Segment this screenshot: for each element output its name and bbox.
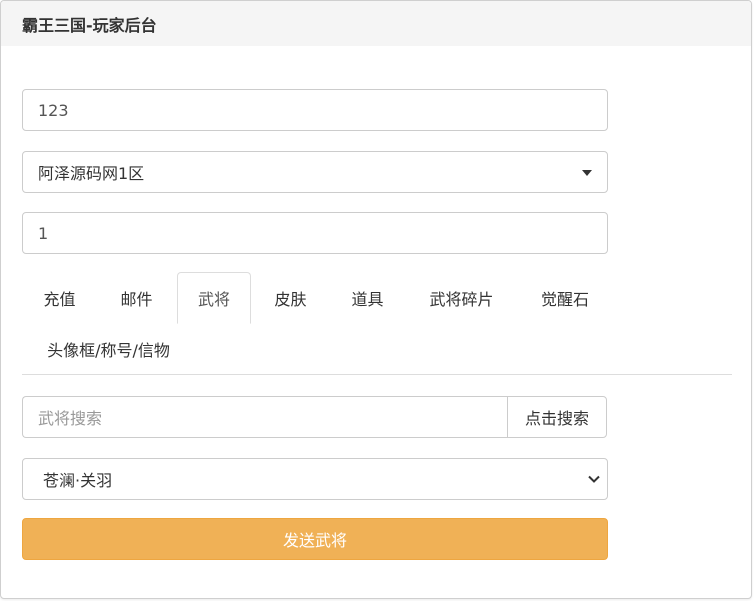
tab-awakening-stones[interactable]: 觉醒石	[519, 272, 611, 323]
tab-label: 武将	[197, 290, 230, 309]
tab-items[interactable]: 道具	[330, 272, 405, 323]
tab-avatar-frames[interactable]: 头像框/称号/信物	[22, 323, 195, 374]
general-select-value: 苍澜·关羽	[43, 471, 113, 490]
tab-label: 邮件	[120, 289, 153, 309]
quantity-input-value: 1	[38, 223, 49, 243]
tab-generals[interactable]: 武将	[177, 272, 251, 324]
general-select[interactable]: 苍澜·关羽	[22, 458, 608, 500]
general-search-group: 武将搜索 点击搜索	[22, 396, 607, 438]
panel-title: 霸王三国-玩家后台	[22, 15, 157, 35]
tab-label: 道具	[351, 289, 384, 309]
server-select[interactable]: 阿泽源码网1区	[22, 151, 608, 193]
tab-general-shards[interactable]: 武将碎片	[407, 272, 516, 323]
search-button-label: 点击搜索	[524, 409, 589, 428]
account-input[interactable]: 123	[22, 89, 608, 131]
send-button-label: 发送武将	[282, 531, 347, 550]
tab-mail[interactable]: 邮件	[99, 272, 174, 323]
chevron-down-icon	[588, 475, 600, 483]
search-button[interactable]: 点击搜索	[507, 396, 607, 438]
player-admin-panel: 霸王三国-玩家后台 123 阿泽源码网1区 1 充值 邮件 武将 皮肤 道具 武…	[0, 0, 752, 599]
quantity-input[interactable]: 1	[22, 212, 608, 254]
tab-label: 皮肤	[274, 289, 307, 309]
tab-label: 头像框/称号/信物	[47, 340, 170, 360]
caret-down-icon	[582, 170, 592, 176]
tab-label: 觉醒石	[540, 289, 589, 309]
category-tabs: 充值 邮件 武将 皮肤 道具 武将碎片 觉醒石 头像框/称号/信物	[22, 272, 732, 375]
panel-heading: 霸王三国-玩家后台	[1, 1, 751, 46]
account-input-value: 123	[38, 100, 69, 120]
tab-skins[interactable]: 皮肤	[253, 272, 328, 323]
send-general-button[interactable]: 发送武将	[22, 518, 608, 560]
general-search-input[interactable]: 武将搜索	[22, 396, 507, 438]
search-placeholder: 武将搜索	[38, 409, 103, 428]
server-select-value: 阿泽源码网1区	[38, 164, 145, 183]
tab-label: 武将碎片	[429, 289, 494, 309]
tab-label: 充值	[43, 289, 76, 309]
tab-recharge[interactable]: 充值	[22, 272, 97, 323]
